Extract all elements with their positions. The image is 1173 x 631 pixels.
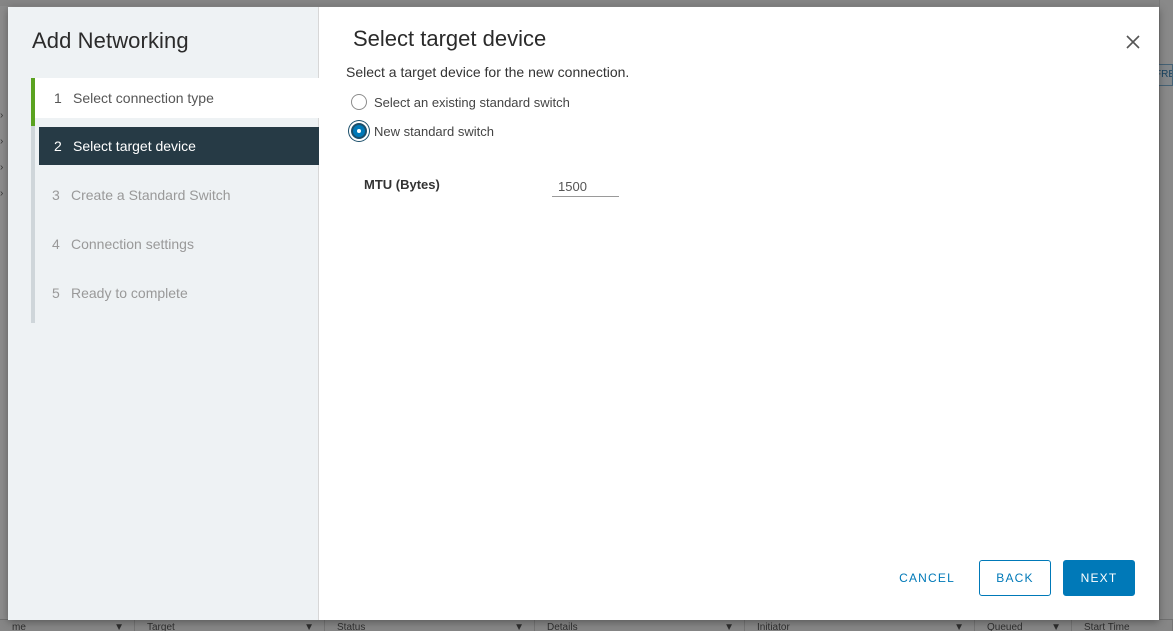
- wizard-sidebar: Add Networking 1 Select connection type …: [8, 7, 319, 620]
- step-select-target-device[interactable]: 2 Select target device: [39, 127, 319, 165]
- mtu-label: MTU (Bytes): [364, 177, 440, 192]
- wizard-footer: CANCEL BACK NEXT: [887, 560, 1135, 596]
- step-create-standard-switch: 3 Create a Standard Switch: [31, 176, 319, 214]
- step-number: 3: [52, 187, 60, 203]
- step-number: 1: [54, 90, 62, 106]
- wizard-content: Select target device Select a target dev…: [319, 7, 1159, 620]
- back-button[interactable]: BACK: [979, 560, 1051, 596]
- mtu-input[interactable]: [552, 176, 619, 197]
- option-label: Select an existing standard switch: [374, 94, 570, 110]
- step-number: 4: [52, 236, 60, 252]
- step-label: Select target device: [73, 138, 196, 154]
- page-subtitle: Select a target device for the new conne…: [346, 64, 630, 80]
- add-networking-wizard: Add Networking 1 Select connection type …: [8, 7, 1159, 620]
- wizard-title: Add Networking: [32, 28, 189, 53]
- step-label: Select connection type: [73, 90, 214, 106]
- radio-existing-switch[interactable]: [351, 94, 367, 110]
- next-button[interactable]: NEXT: [1063, 560, 1135, 596]
- step-number: 5: [52, 285, 60, 301]
- step-connection-settings: 4 Connection settings: [31, 225, 319, 263]
- close-icon[interactable]: [1125, 34, 1141, 50]
- cancel-button[interactable]: CANCEL: [887, 560, 967, 596]
- option-existing-switch[interactable]: Select an existing standard switch: [351, 94, 570, 110]
- step-label: Ready to complete: [71, 285, 188, 301]
- step-number: 2: [54, 138, 62, 154]
- radio-new-switch[interactable]: [351, 123, 367, 139]
- option-label: New standard switch: [374, 123, 494, 139]
- wizard-steps: 1 Select connection type 2 Select target…: [31, 78, 319, 323]
- option-new-switch[interactable]: New standard switch: [351, 123, 494, 139]
- step-ready-to-complete: 5 Ready to complete: [31, 274, 319, 312]
- page-title: Select target device: [353, 26, 547, 51]
- step-label: Connection settings: [71, 236, 194, 252]
- step-label: Create a Standard Switch: [71, 187, 231, 203]
- step-select-connection-type[interactable]: 1 Select connection type: [35, 78, 319, 118]
